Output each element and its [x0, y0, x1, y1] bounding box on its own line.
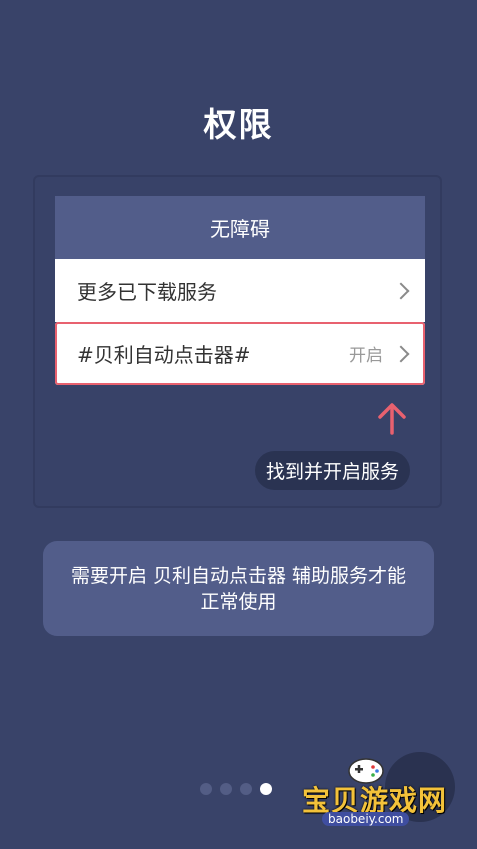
find-and-enable-service-button[interactable]: 找到并开启服务 [255, 451, 411, 490]
watermark-logo: 宝贝游戏网 baobeiy.com [296, 751, 466, 835]
settings-row-label: 更多已下载服务 [77, 280, 217, 304]
page-dot-active[interactable] [260, 783, 272, 795]
settings-row-clicker-service[interactable]: #贝利自动点击器# 开启 [55, 322, 425, 385]
notice-message: 需要开启 贝利自动点击器 辅助服务才能正常使用 [43, 541, 434, 636]
page-dot[interactable] [200, 783, 212, 795]
service-status: 开启 [349, 346, 383, 366]
page-dot[interactable] [240, 783, 252, 795]
accessibility-header: 无障碍 [55, 196, 425, 259]
settings-row-label: #贝利自动点击器# [77, 343, 251, 367]
page-indicator [200, 783, 272, 795]
chevron-right-icon [392, 282, 410, 299]
arrow-up-icon [378, 403, 406, 435]
accessibility-settings-preview: 无障碍 更多已下载服务 #贝利自动点击器# 开启 [55, 196, 425, 385]
permission-demo-card: 无障碍 更多已下载服务 #贝利自动点击器# 开启 找到并开启服务 [33, 175, 442, 508]
watermark-url: baobeiy.com [322, 812, 410, 826]
page-title: 权限 [203, 105, 274, 144]
settings-row-more-services[interactable]: 更多已下载服务 [55, 259, 425, 322]
page-dot[interactable] [220, 783, 232, 795]
chevron-right-icon [392, 345, 410, 362]
